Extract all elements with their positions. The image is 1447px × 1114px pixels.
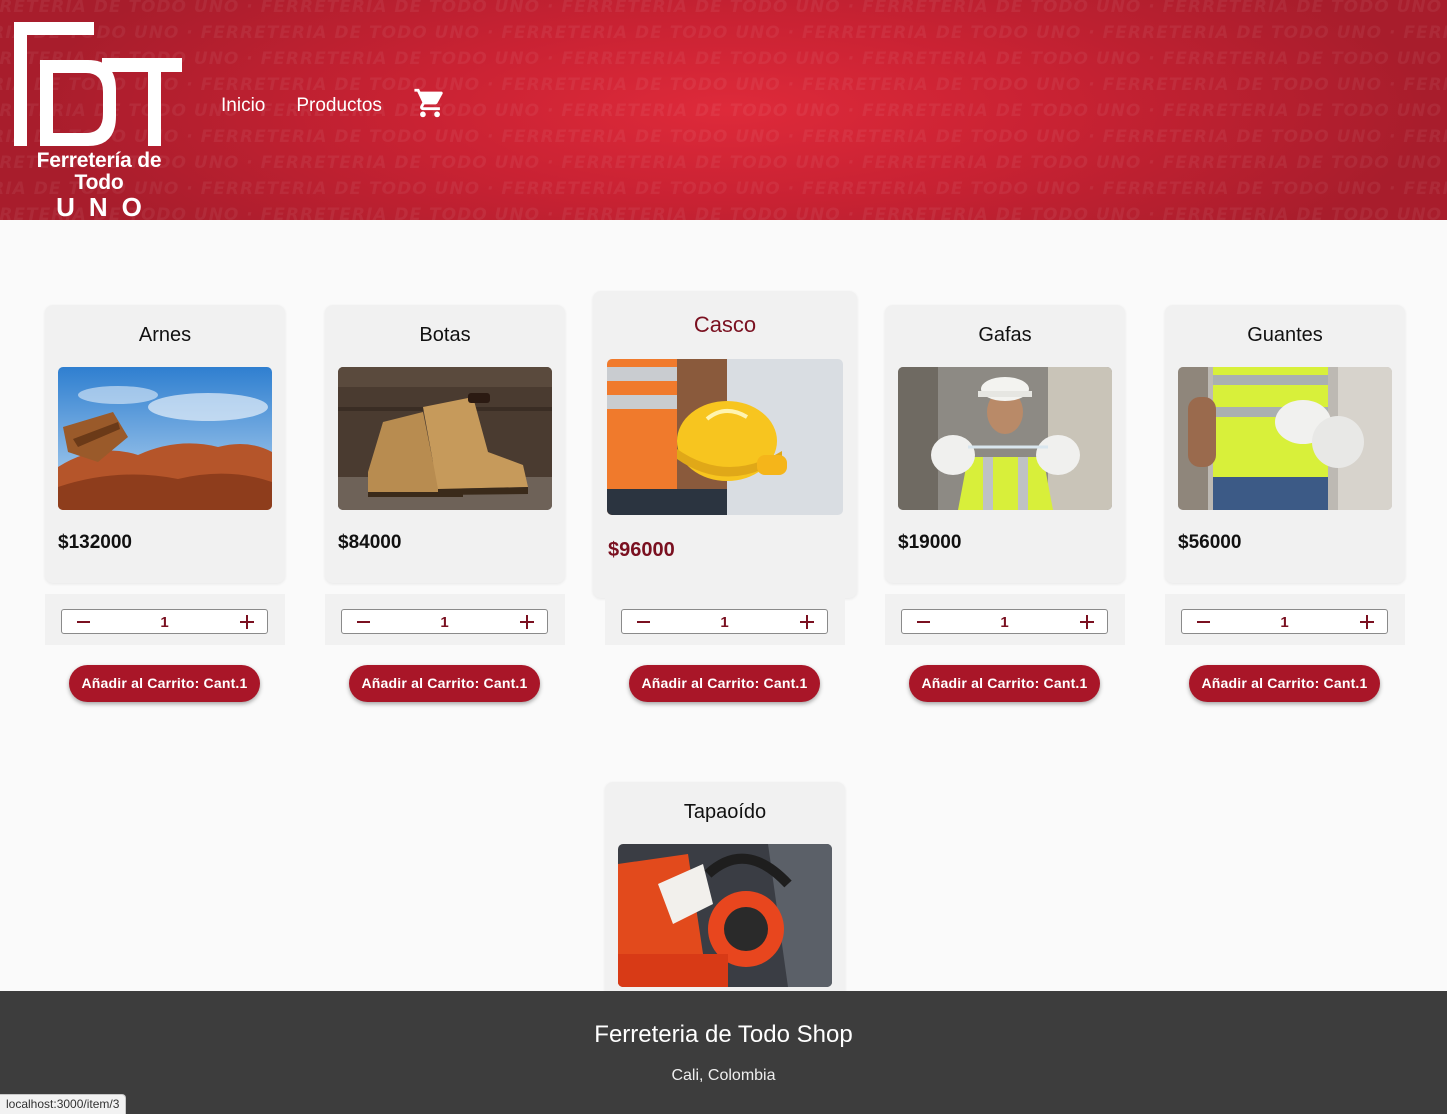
quantity-area: 1 xyxy=(325,594,565,645)
main-nav: Inicio Productos xyxy=(221,88,447,120)
product-card[interactable]: Guantes $56000 xyxy=(1165,305,1405,583)
plus-icon xyxy=(1360,615,1374,629)
quantity-stepper: 1 xyxy=(1181,609,1388,634)
quantity-value: 1 xyxy=(720,614,729,631)
minus-icon xyxy=(77,621,90,623)
quantity-area: 1 xyxy=(605,594,845,645)
minus-icon xyxy=(637,621,650,623)
product-image[interactable] xyxy=(338,367,552,510)
increase-quantity-button[interactable] xyxy=(1071,610,1101,633)
quantity-stepper: 1 xyxy=(341,609,548,634)
minus-icon xyxy=(1197,621,1210,623)
minus-icon xyxy=(917,621,930,623)
product-price: $96000 xyxy=(608,539,675,561)
quantity-value: 1 xyxy=(1280,614,1289,631)
product-name: Botas xyxy=(419,324,471,346)
quantity-area: 1 xyxy=(45,594,285,645)
site-header: FERRETERIA DE TODO UNO · FERRETERIA DE T… xyxy=(0,0,1447,220)
quantity-stepper: 1 xyxy=(901,609,1108,634)
browser-status-url: localhost:3000/item/3 xyxy=(0,1094,127,1114)
product-name: Tapaoído xyxy=(683,801,767,823)
footer-title: Ferreteria de Todo Shop xyxy=(594,1021,853,1048)
logo-line-1: Ferretería de Todo xyxy=(36,149,162,194)
plus-icon xyxy=(520,615,534,629)
footer-location: Cali, Colombia xyxy=(671,1067,776,1084)
product-name: Casco xyxy=(693,312,757,337)
product-image[interactable] xyxy=(898,367,1112,510)
logo-line-2: UNO xyxy=(56,192,156,220)
site-footer: Ferreteria de Todo Shop Cali, Colombia xyxy=(0,991,1447,1114)
decrease-quantity-button[interactable] xyxy=(68,610,98,633)
product-image[interactable] xyxy=(1178,367,1392,510)
decrease-quantity-button[interactable] xyxy=(908,610,938,633)
increase-quantity-button[interactable] xyxy=(791,610,821,633)
nav-link-inicio[interactable]: Inicio xyxy=(221,94,265,118)
product-name: Guantes xyxy=(1247,324,1323,346)
product-image[interactable] xyxy=(58,367,272,510)
decrease-quantity-button[interactable] xyxy=(628,610,658,633)
increase-quantity-button[interactable] xyxy=(1351,610,1381,633)
product-card[interactable]: Casco $96000 xyxy=(593,291,857,598)
header-background-pattern: FERRETERIA DE TODO UNO · FERRETERIA DE T… xyxy=(0,0,1447,220)
add-to-cart-button[interactable]: Añadir al Carrito: Cant.1 xyxy=(349,665,540,702)
logo-mark-icon xyxy=(14,22,182,146)
shopping-cart-icon[interactable] xyxy=(413,86,447,120)
product-card[interactable]: Botas $84000 xyxy=(325,305,565,583)
product-price: $84000 xyxy=(338,532,402,553)
minus-icon xyxy=(357,621,370,623)
add-to-cart-button[interactable]: Añadir al Carrito: Cant.1 xyxy=(909,665,1100,702)
increase-quantity-button[interactable] xyxy=(511,610,541,633)
quantity-area: 1 xyxy=(885,594,1125,645)
quantity-stepper: 1 xyxy=(61,609,268,634)
add-to-cart-button[interactable]: Añadir al Carrito: Cant.1 xyxy=(629,665,820,702)
product-name: Gafas xyxy=(978,324,1032,346)
product-image[interactable] xyxy=(618,844,832,987)
product-price: $56000 xyxy=(1178,532,1242,553)
add-to-cart-button[interactable]: Añadir al Carrito: Cant.1 xyxy=(1189,665,1380,702)
quantity-value: 1 xyxy=(1000,614,1009,631)
quantity-stepper: 1 xyxy=(621,609,828,634)
product-price: $132000 xyxy=(58,532,132,553)
decrease-quantity-button[interactable] xyxy=(1188,610,1218,633)
site-logo[interactable]: Ferretería de Todo UNO xyxy=(10,20,190,220)
product-card[interactable]: Gafas $19000 xyxy=(885,305,1125,583)
quantity-value: 1 xyxy=(440,614,449,631)
product-card[interactable]: Arnes $132000 xyxy=(45,305,285,583)
plus-icon xyxy=(240,615,254,629)
quantity-area: 1 xyxy=(1165,594,1405,645)
product-image[interactable] xyxy=(607,359,843,515)
increase-quantity-button[interactable] xyxy=(231,610,261,633)
product-price: $19000 xyxy=(898,532,962,553)
nav-link-productos[interactable]: Productos xyxy=(296,94,382,118)
product-name: Arnes xyxy=(138,324,192,346)
quantity-value: 1 xyxy=(160,614,169,631)
plus-icon xyxy=(800,615,814,629)
plus-icon xyxy=(1080,615,1094,629)
add-to-cart-button[interactable]: Añadir al Carrito: Cant.1 xyxy=(69,665,260,702)
decrease-quantity-button[interactable] xyxy=(348,610,378,633)
